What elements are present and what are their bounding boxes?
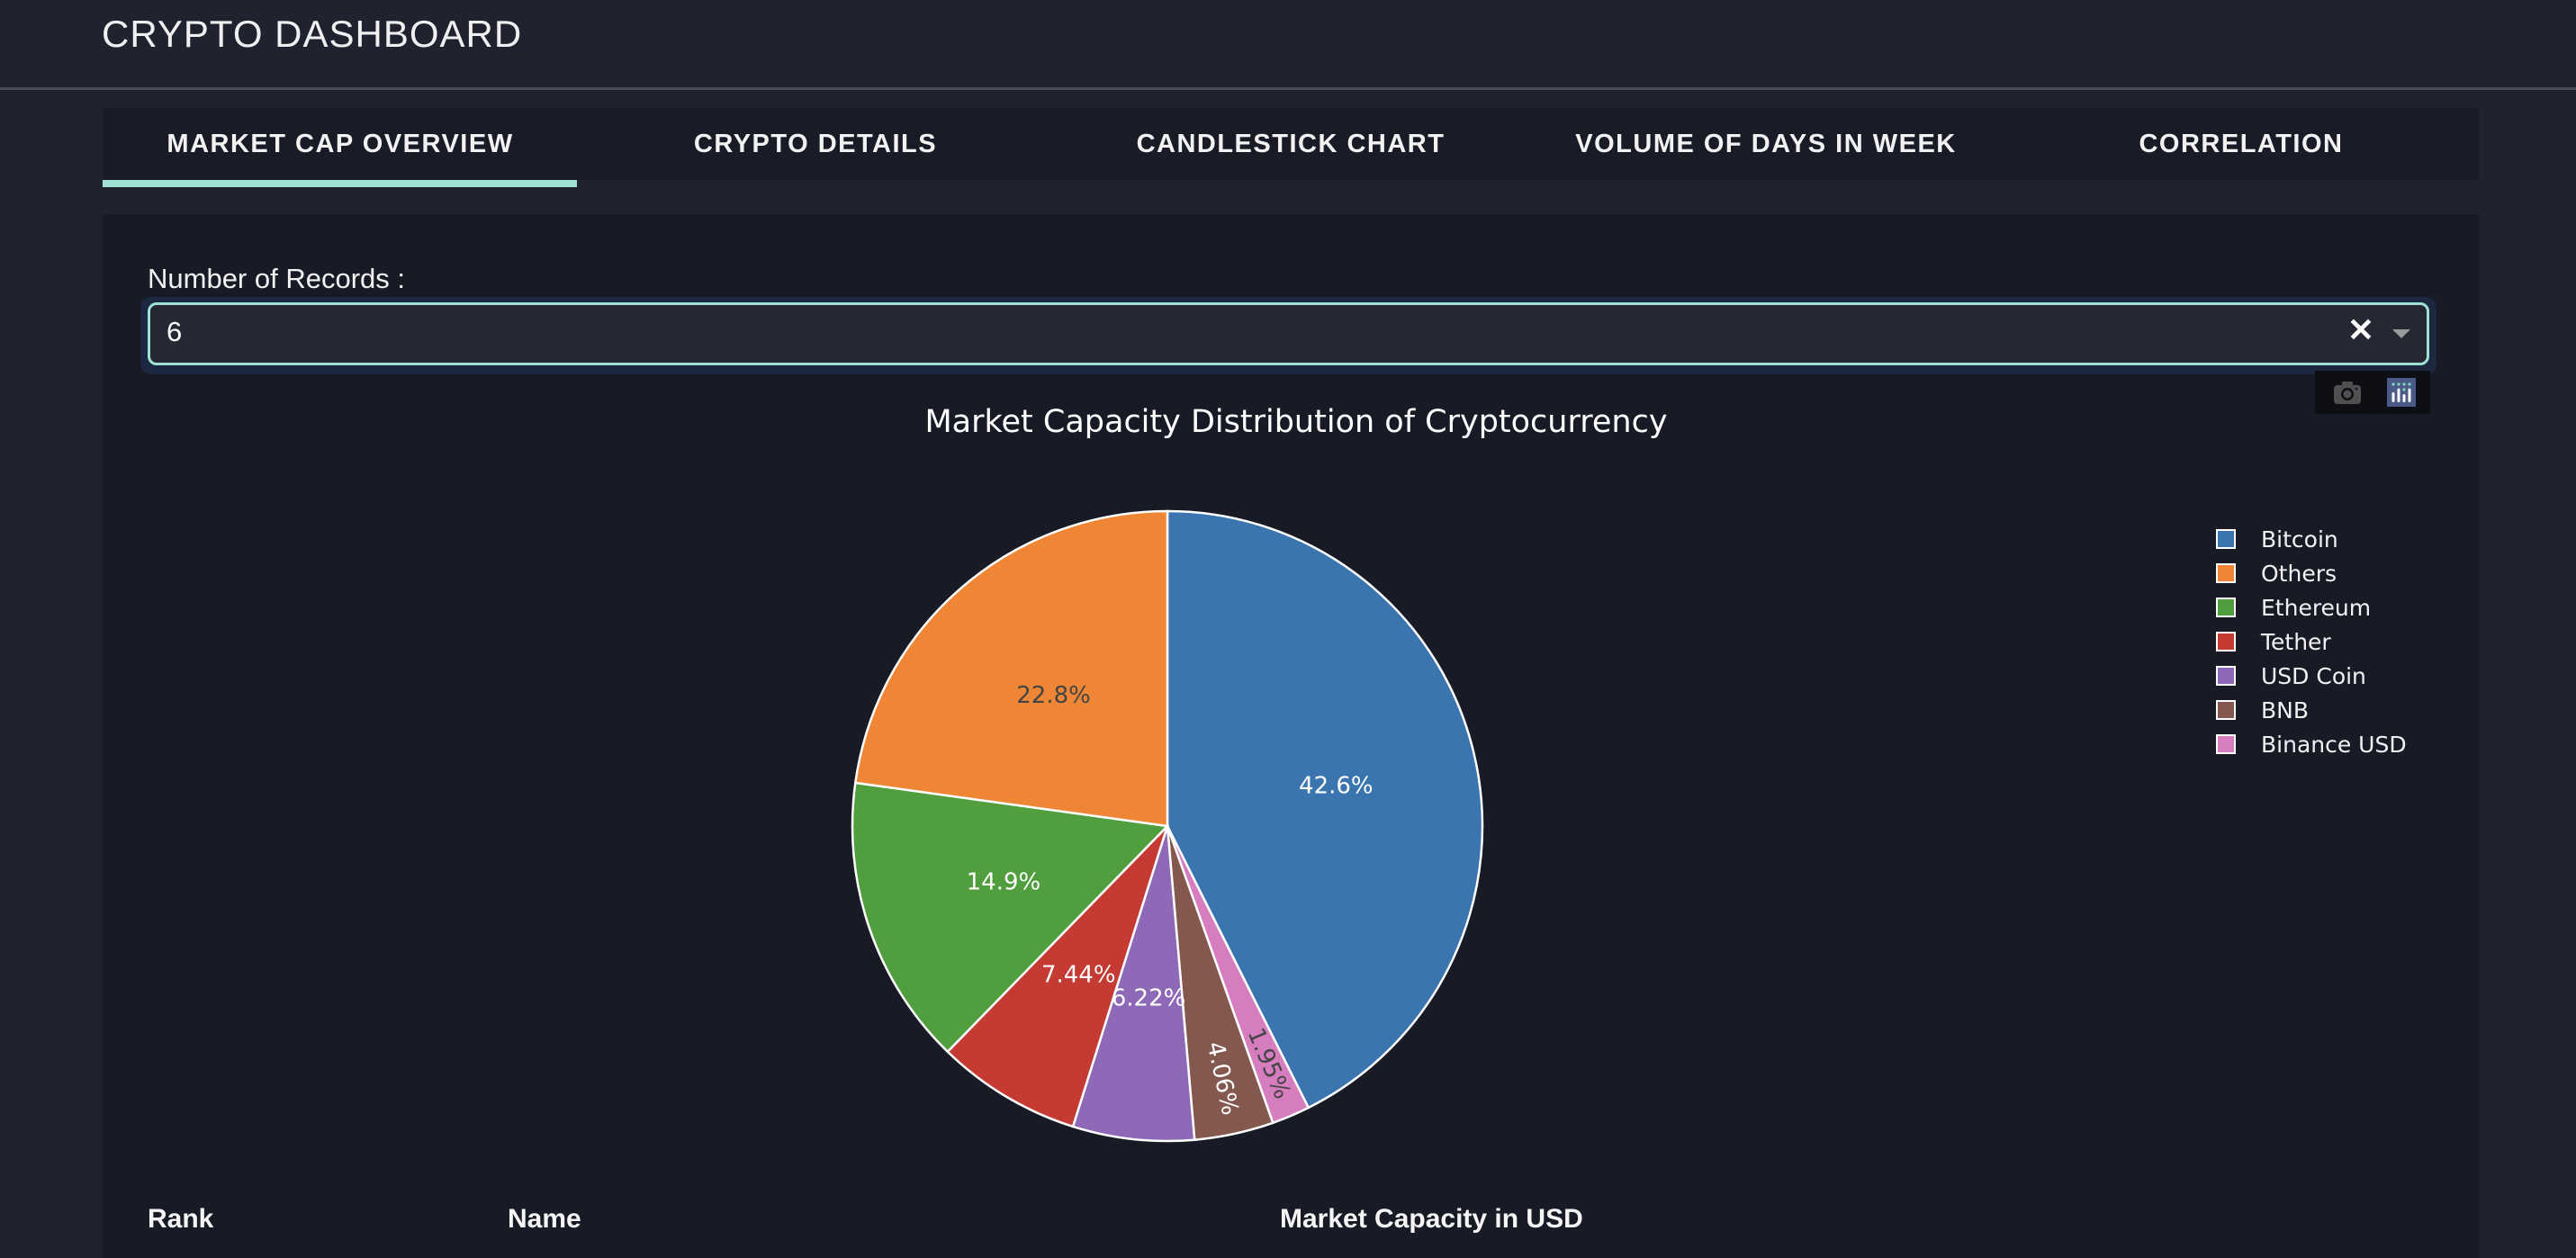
table-header-name[interactable]: Name <box>508 1204 581 1235</box>
legend-label: BNB <box>2261 696 2310 723</box>
legend-swatch <box>2216 666 2236 686</box>
legend-item-ethereum[interactable]: Ethereum <box>2214 590 2407 625</box>
pie-label-tether: 7.44% <box>1041 961 1116 988</box>
table-header-market-capacity[interactable]: Market Capacity in USD <box>1280 1204 1583 1235</box>
legend-item-bnb[interactable]: BNB <box>2214 693 2407 727</box>
chart-legend: Bitcoin Others Ethereum Tether USD Coin BNB Bi… <box>2214 522 2407 761</box>
pie-label-bitcoin: 42.6% <box>1299 773 1374 800</box>
legend-label: Bitcoin <box>2261 526 2338 553</box>
pie-slice-others[interactable] <box>853 509 1169 828</box>
legend-label: Ethereum <box>2261 594 2372 621</box>
table-header-rank[interactable]: Rank <box>148 1204 213 1235</box>
legend-item-usd-coin[interactable]: USD Coin <box>2214 659 2407 693</box>
legend-label: Tether <box>2261 628 2331 655</box>
pie-label-others: 22.8% <box>1016 682 1091 709</box>
pie-label-ethereum: 14.9% <box>967 868 1041 895</box>
legend-swatch <box>2216 632 2236 651</box>
legend-label: Binance USD <box>2261 731 2407 758</box>
legend-item-bitcoin[interactable]: Bitcoin <box>2214 522 2407 556</box>
legend-swatch <box>2216 529 2236 549</box>
legend-swatch <box>2216 734 2236 754</box>
pie-chart: 42.6%1.95%4.06%6.22%7.44%14.9%22.8% <box>851 509 1484 1143</box>
legend-swatch <box>2216 598 2236 617</box>
legend-item-others[interactable]: Others <box>2214 556 2407 590</box>
legend-swatch <box>2216 700 2236 720</box>
legend-item-binance-usd[interactable]: Binance USD <box>2214 727 2407 761</box>
legend-item-tether[interactable]: Tether <box>2214 625 2407 659</box>
legend-label: Others <box>2261 560 2337 587</box>
pie-label-usd-coin: 6.22% <box>1112 984 1186 1011</box>
legend-swatch <box>2216 563 2236 583</box>
legend-label: USD Coin <box>2261 662 2366 689</box>
